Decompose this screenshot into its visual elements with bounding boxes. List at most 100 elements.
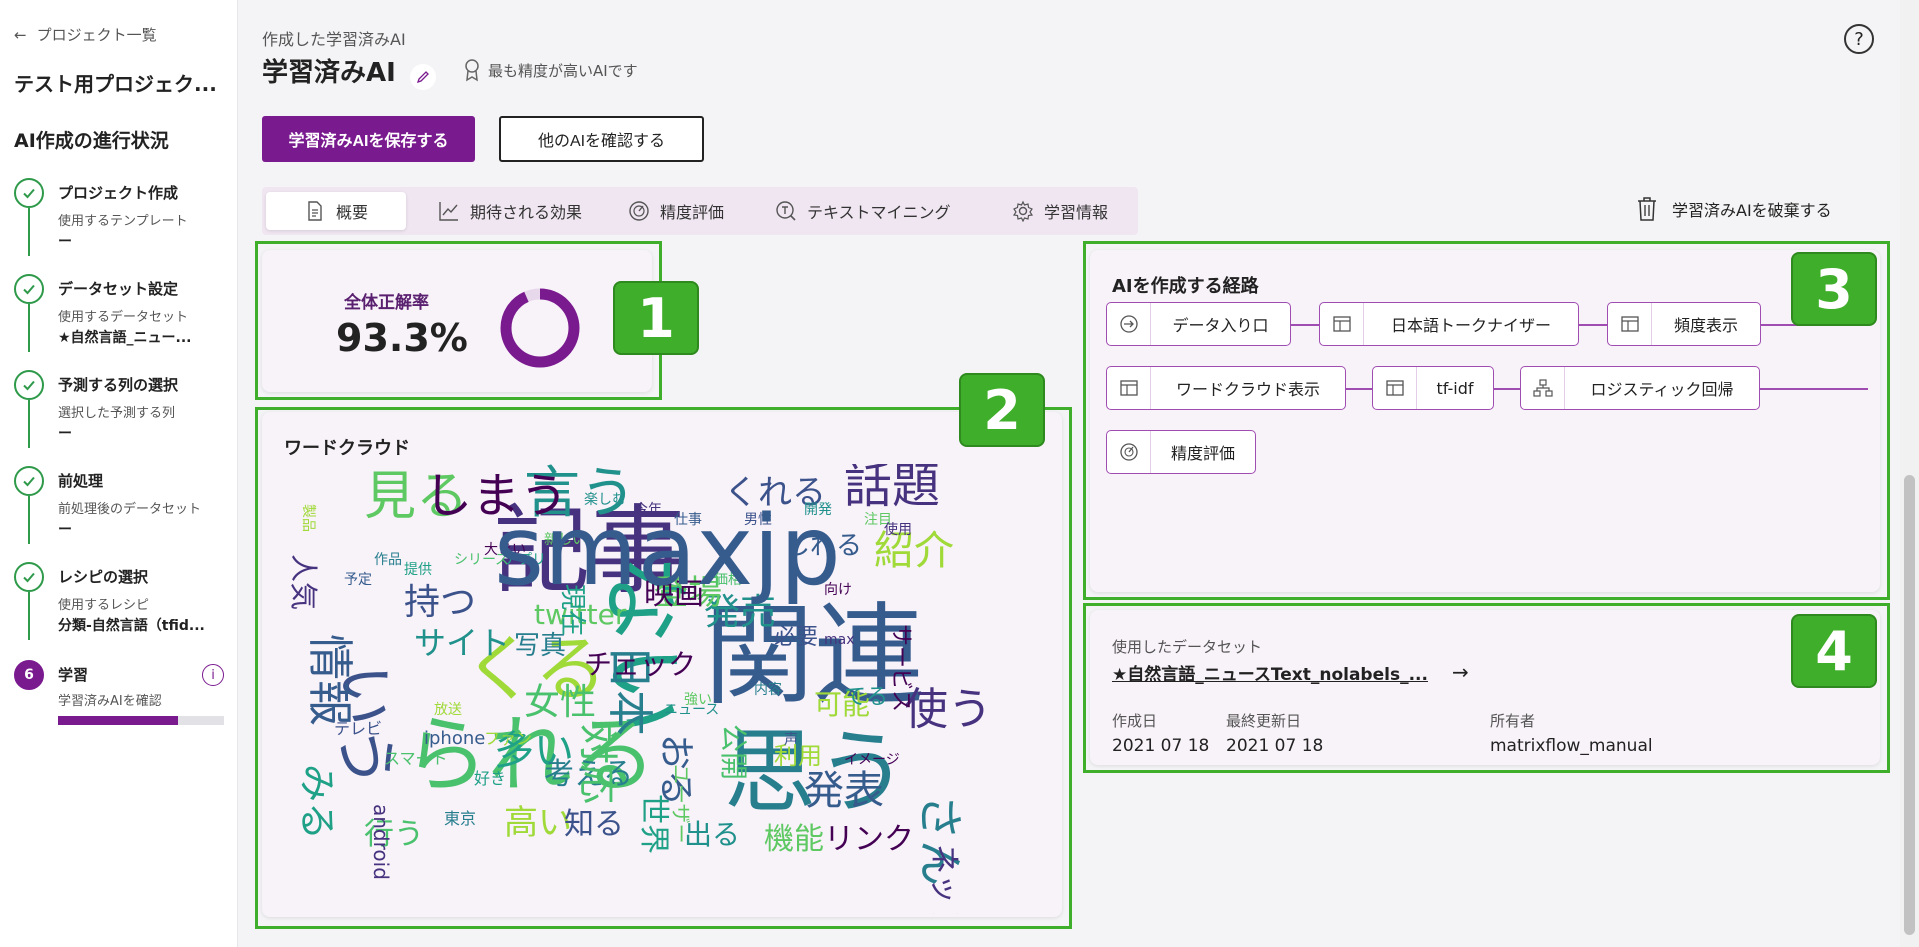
pipeline-node-logistic-regression[interactable]: ロジスティック回帰 bbox=[1520, 366, 1760, 410]
wordcloud-word: ファン bbox=[484, 729, 532, 748]
wordcloud-word: 知る bbox=[564, 807, 624, 842]
back-to-projects-link[interactable]: ← プロジェクト一覧 bbox=[14, 24, 157, 45]
wordcloud-word: サイト bbox=[414, 624, 510, 662]
dataset-link[interactable]: ★自然言語_ニュースText_nolabels_... bbox=[1112, 660, 1428, 685]
accuracy-donut-arc bbox=[500, 288, 580, 368]
project-name: テスト用プロジェク... bbox=[14, 72, 217, 96]
node-label: ロジスティック回帰 bbox=[1590, 380, 1734, 399]
tab-expected-effect[interactable]: 期待される効果 bbox=[422, 192, 598, 230]
accuracy-value: 93.3% bbox=[336, 316, 468, 360]
wordcloud-word: 人気 bbox=[287, 554, 320, 610]
document-icon bbox=[308, 201, 322, 221]
gauge-icon bbox=[1119, 443, 1138, 461]
step-sub: 使用するテンプレート bbox=[58, 214, 188, 229]
step-title: 予測する列の選択 bbox=[58, 376, 179, 394]
step-value: ー bbox=[58, 234, 72, 250]
pipeline-node-data-entry[interactable]: データ入り口 bbox=[1106, 302, 1291, 346]
dataframe-icon bbox=[1332, 316, 1351, 332]
wordcloud-word: チェック bbox=[584, 648, 696, 681]
best-ai-label: 最も精度が高いAIです bbox=[488, 61, 638, 80]
wordcloud-word: max bbox=[824, 632, 855, 648]
training-progress-bar bbox=[58, 716, 224, 725]
callout-badge: 4 bbox=[1791, 614, 1877, 688]
pipeline-node-frequency[interactable]: 頻度表示 bbox=[1607, 302, 1761, 346]
step-value: ★自然言語_ニュー... bbox=[58, 330, 192, 346]
wordcloud-word: 情報 bbox=[303, 634, 357, 726]
check-icon bbox=[14, 274, 44, 304]
step-title: データセット設定 bbox=[58, 280, 179, 298]
wordcloud-word: 世界 bbox=[636, 794, 671, 854]
tab-text-mining[interactable]: テキストマイニング bbox=[759, 192, 967, 230]
arrow-left-icon: ← bbox=[14, 25, 27, 44]
dataset-label: 使用したデータセット bbox=[1112, 638, 1263, 656]
node-label: tf-idf bbox=[1436, 378, 1474, 398]
node-label: 日本語トークナイザー bbox=[1390, 316, 1551, 335]
check-other-ai-button[interactable]: 他のAIを確認する bbox=[499, 116, 704, 162]
node-label: 精度評価 bbox=[1170, 444, 1235, 463]
pipeline-node-accuracy[interactable]: 精度評価 bbox=[1106, 430, 1256, 474]
step-sub: 使用するデータセット bbox=[58, 310, 189, 325]
wordcloud-word: イメージ bbox=[844, 752, 900, 768]
tab-overview[interactable]: 概要 bbox=[266, 192, 406, 230]
line-chart-icon bbox=[439, 202, 458, 221]
pipeline-node-tokenizer[interactable]: 日本語トークナイザー bbox=[1319, 302, 1579, 346]
step-title: 前処理 bbox=[58, 472, 104, 490]
dataframe-icon bbox=[1385, 380, 1404, 396]
wordcloud-word: 声 bbox=[784, 732, 798, 748]
tab-accuracy[interactable]: 精度評価 bbox=[612, 192, 740, 230]
wordcloud-word: サービス bbox=[888, 624, 913, 712]
node-label: 頻度表示 bbox=[1673, 316, 1738, 335]
save-ai-button[interactable]: 学習済みAIを保存する bbox=[262, 116, 475, 162]
step-title: プロジェクト作成 bbox=[58, 184, 179, 202]
wordcloud-word: 公開 bbox=[717, 724, 750, 780]
wordcloud-word: テレビ bbox=[334, 719, 382, 738]
pencil-icon[interactable] bbox=[410, 64, 436, 90]
page-scrollbar[interactable] bbox=[1900, 0, 1919, 947]
pipeline-card: AIを作成する経路 データ入り口 日本語トークナイザー 頻度表示 ワードクラウド… bbox=[1090, 250, 1880, 592]
step-title: レシピの選択 bbox=[58, 568, 149, 586]
page-title: 学習済みAI bbox=[262, 58, 396, 88]
wordcloud-word: 話題 bbox=[844, 464, 940, 514]
check-icon bbox=[14, 178, 44, 208]
pipeline-node-wordcloud[interactable]: ワードクラウド表示 bbox=[1106, 366, 1346, 410]
updated-date: 2021 07 18 bbox=[1226, 736, 1324, 756]
wordcloud-word: 対応 bbox=[574, 724, 620, 804]
progress-title: AI作成の進行状況 bbox=[14, 130, 169, 152]
step-sub: 選択した予測する列 bbox=[58, 406, 176, 421]
pipeline-title: AIを作成する経路 bbox=[1112, 276, 1259, 297]
award-ribbon-icon bbox=[465, 59, 479, 82]
discard-ai-button[interactable]: 学習済みAIを破棄する bbox=[1636, 196, 1832, 222]
tab-label: 学習情報 bbox=[1044, 203, 1109, 222]
wordcloud-word: 持つ bbox=[404, 582, 476, 623]
progress-bar-fill bbox=[58, 716, 178, 725]
wordcloud-word: みる bbox=[295, 764, 339, 840]
info-icon[interactable]: i bbox=[202, 664, 224, 686]
tab-training-info[interactable]: 学習情報 bbox=[996, 192, 1124, 230]
tab-bar: 概要 期待される効果 精度評価 テキストマイニング 学習情報 bbox=[262, 187, 1138, 235]
scrollbar-thumb[interactable] bbox=[1904, 475, 1915, 935]
wordcloud-title: ワードクラウド bbox=[284, 438, 410, 459]
wordcloud-word: ネット bbox=[926, 844, 961, 914]
arrow-right-icon[interactable]: → bbox=[1452, 660, 1469, 684]
wordcloud-word: 好き bbox=[474, 769, 506, 788]
breadcrumb: 作成した学習済みAI bbox=[262, 30, 406, 49]
model-tree-icon bbox=[1532, 379, 1553, 397]
tab-label: テキストマイニング bbox=[807, 203, 951, 222]
accuracy-donut bbox=[500, 288, 580, 368]
step-sub: 使用するレシピ bbox=[58, 598, 150, 613]
gauge-icon bbox=[629, 201, 649, 221]
help-icon[interactable]: ? bbox=[1844, 24, 1874, 54]
step-sub: 学習済みAIを確認 bbox=[58, 694, 162, 709]
owner-label: 所有者 bbox=[1490, 712, 1536, 730]
wordcloud-word: リンク bbox=[824, 822, 914, 857]
node-label: データ入り口 bbox=[1172, 316, 1269, 335]
step-title: 学習 bbox=[58, 666, 89, 684]
wordcloud-word: android bbox=[369, 804, 393, 880]
back-link-label: プロジェクト一覧 bbox=[36, 26, 157, 44]
wordcloud-word: 使用 bbox=[884, 521, 912, 538]
wordcloud-word: 提供 bbox=[404, 562, 432, 578]
wordcloud-word: 製品 bbox=[300, 504, 316, 532]
wordcloud-word: 作品 bbox=[374, 552, 402, 568]
pipeline-node-tfidf[interactable]: tf-idf bbox=[1372, 366, 1494, 410]
node-label: ワードクラウド表示 bbox=[1175, 380, 1320, 399]
